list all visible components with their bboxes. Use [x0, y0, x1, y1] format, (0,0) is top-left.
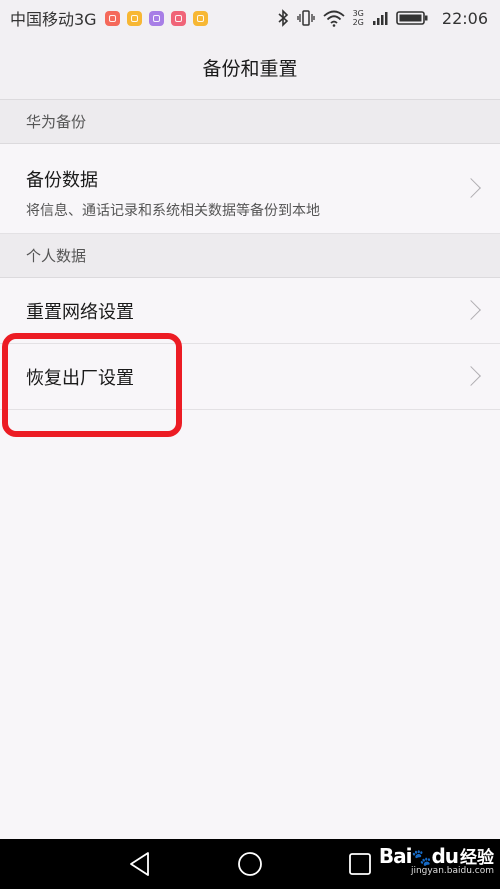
section-header-label: 个人数据 — [26, 247, 87, 265]
app-notification-icon — [104, 10, 120, 26]
wifi-icon — [322, 10, 345, 27]
status-bar: 中国移动3G 3G 2G 22:06 — [0, 0, 500, 36]
backup-data-subtitle: 将信息、通话记录和系统相关数据等备份到本地 — [26, 203, 320, 219]
network-type: 3G 2G — [353, 9, 364, 27]
reset-network-settings-title: 重置网络设置 — [26, 301, 134, 323]
network-type-3g: 3G — [352, 9, 364, 18]
system-icons: 3G 2G 22:06 — [277, 9, 488, 28]
watermark-brand-suffix: du — [431, 844, 459, 868]
watermark-brand: Bai — [378, 844, 413, 868]
vibrate-icon — [296, 10, 315, 26]
watermark-product: 经验 — [460, 848, 494, 868]
clock: 22:06 — [441, 8, 488, 28]
notification-icons — [104, 10, 208, 26]
signal-icon — [372, 12, 388, 25]
backup-data-item[interactable]: 备份数据 将信息、通话记录和系统相关数据等备份到本地 — [0, 144, 500, 234]
title-bar: 备份和重置 — [0, 36, 500, 100]
app-notification-icon — [126, 10, 142, 26]
section-header-label: 华为备份 — [26, 113, 87, 131]
backup-data-title: 备份数据 — [26, 170, 98, 191]
battery-icon — [396, 11, 428, 25]
app-notification-icon — [192, 10, 208, 26]
chevron-right-icon — [461, 299, 481, 320]
network-type-2g: 2G — [352, 18, 364, 27]
paw-icon: 🐾 — [411, 848, 432, 867]
section-header-personal-data: 个人数据 — [0, 234, 500, 278]
baidu-jingyan-watermark: Bai🐾du 经验 jingyan.baidu.com — [379, 843, 494, 876]
home-icon[interactable] — [237, 851, 263, 877]
page-title: 备份和重置 — [202, 58, 298, 80]
carrier-name: 中国移动3G — [10, 10, 97, 29]
factory-reset-title: 恢复出厂设置 — [26, 367, 134, 389]
navigation-bar: Bai🐾du 经验 jingyan.baidu.com — [0, 839, 500, 889]
reset-network-settings-item[interactable]: 重置网络设置 — [0, 278, 500, 344]
back-icon[interactable] — [128, 851, 152, 877]
chevron-right-icon — [461, 365, 481, 386]
factory-reset-item[interactable]: 恢复出厂设置 — [0, 344, 500, 410]
gallery-notification-icon — [148, 10, 164, 26]
huawei-notification-icon — [170, 10, 186, 26]
bluetooth-icon — [278, 9, 288, 27]
section-header-huawei-backup: 华为备份 — [0, 100, 500, 144]
recents-icon[interactable] — [348, 851, 372, 877]
